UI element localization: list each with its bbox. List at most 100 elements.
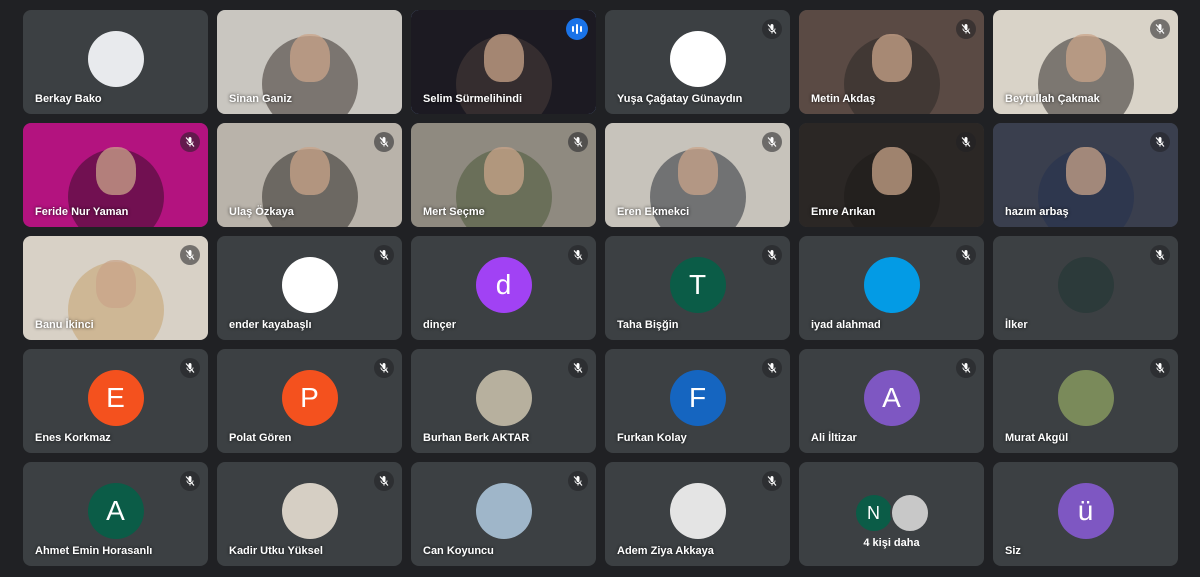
participant-grid: Berkay Bako Sinan Ganiz Selim Sürmelihindi… bbox=[23, 10, 1178, 566]
participant-name: Eren Ekmekci bbox=[617, 206, 690, 218]
mic-off-icon bbox=[180, 245, 200, 265]
participant-name: Berkay Bako bbox=[35, 93, 102, 105]
participant-name: Ahmet Emin Horasanlı bbox=[35, 545, 153, 557]
participant-name: Adem Ziya Akkaya bbox=[617, 545, 714, 557]
mic-off-icon bbox=[762, 19, 782, 39]
mic-off-icon bbox=[1150, 19, 1170, 39]
mic-off-icon bbox=[1150, 358, 1170, 378]
person-head bbox=[1065, 34, 1106, 82]
participant-name: Ali İltizar bbox=[811, 432, 857, 444]
participant-tile[interactable]: iyad alahmad bbox=[799, 236, 984, 340]
person-head bbox=[871, 147, 912, 195]
mic-off-icon bbox=[956, 245, 976, 265]
avatar bbox=[475, 483, 532, 539]
participant-name: hazım arbaş bbox=[1005, 206, 1069, 218]
person-head bbox=[95, 147, 136, 195]
participant-name: Polat Gören bbox=[229, 432, 292, 444]
participant-tile[interactable]: ender kayabaşlı bbox=[217, 236, 402, 340]
mic-off-icon bbox=[762, 471, 782, 491]
participant-name: Enes Korkmaz bbox=[35, 432, 111, 444]
participant-tile[interactable]: Sinan Ganiz bbox=[217, 10, 402, 114]
participant-tile[interactable]: İlker bbox=[993, 236, 1178, 340]
participant-name: Banu İkinci bbox=[35, 319, 94, 331]
participant-tile[interactable]: Berkay Bako bbox=[23, 10, 208, 114]
speaking-indicator-icon bbox=[566, 18, 588, 40]
avatar bbox=[475, 370, 532, 426]
participant-tile[interactable]: Adem Ziya Akkaya bbox=[605, 462, 790, 566]
participant-name: Mert Seçme bbox=[423, 206, 485, 218]
participant-tile[interactable]: Selim Sürmelihindi bbox=[411, 10, 596, 114]
participant-name: Murat Akgül bbox=[1005, 432, 1069, 444]
participant-tile[interactable]: Mert Seçme bbox=[411, 123, 596, 227]
mic-off-icon bbox=[374, 132, 394, 152]
person-head bbox=[483, 147, 524, 195]
participant-tile[interactable]: A Ahmet Emin Horasanlı bbox=[23, 462, 208, 566]
mic-off-icon bbox=[568, 358, 588, 378]
mic-off-icon bbox=[956, 19, 976, 39]
mic-off-icon bbox=[374, 358, 394, 378]
person-head bbox=[95, 260, 136, 308]
more-participants-tile[interactable]: N 4 kişi daha bbox=[799, 462, 984, 566]
avatar: ü bbox=[1057, 483, 1114, 539]
mic-off-icon bbox=[956, 132, 976, 152]
participant-tile[interactable]: d dinçer bbox=[411, 236, 596, 340]
participant-tile[interactable]: Ulaş Özkaya bbox=[217, 123, 402, 227]
participant-tile[interactable]: Beytullah Çakmak bbox=[993, 10, 1178, 114]
avatar: A bbox=[863, 370, 920, 426]
participant-tile[interactable]: A Ali İltizar bbox=[799, 349, 984, 453]
participant-name: Ulaş Özkaya bbox=[229, 206, 294, 218]
participant-name: Beytullah Çakmak bbox=[1005, 93, 1100, 105]
participant-tile[interactable]: Banu İkinci bbox=[23, 236, 208, 340]
participant-name: iyad alahmad bbox=[811, 319, 881, 331]
participant-name: ender kayabaşlı bbox=[229, 319, 312, 331]
participant-tile[interactable]: Kadir Utku Yüksel bbox=[217, 462, 402, 566]
participant-name: Emre Arıkan bbox=[811, 206, 876, 218]
participant-tile[interactable]: Emre Arıkan bbox=[799, 123, 984, 227]
person-head bbox=[871, 34, 912, 82]
participant-name: Siz bbox=[1005, 545, 1021, 557]
participant-tile[interactable]: Feride Nur Yaman bbox=[23, 123, 208, 227]
avatar bbox=[281, 257, 338, 313]
mic-off-icon bbox=[374, 471, 394, 491]
avatar bbox=[1057, 370, 1114, 426]
mic-off-icon bbox=[568, 245, 588, 265]
mic-off-icon bbox=[568, 132, 588, 152]
person-head bbox=[289, 147, 330, 195]
participant-name: Kadir Utku Yüksel bbox=[229, 545, 323, 557]
participant-tile[interactable]: Burhan Berk AKTAR bbox=[411, 349, 596, 453]
participant-tile[interactable]: E Enes Korkmaz bbox=[23, 349, 208, 453]
participant-tile[interactable]: Murat Akgül bbox=[993, 349, 1178, 453]
participant-tile[interactable]: T Taha Bişğin bbox=[605, 236, 790, 340]
person-head bbox=[677, 147, 718, 195]
participant-name: İlker bbox=[1005, 319, 1028, 331]
mic-off-icon bbox=[1150, 132, 1170, 152]
avatar bbox=[669, 31, 726, 87]
participant-name: Taha Bişğin bbox=[617, 319, 679, 331]
participant-tile[interactable]: Yuşa Çağatay Günaydın bbox=[605, 10, 790, 114]
avatar: N bbox=[853, 493, 894, 533]
participant-tile[interactable]: F Furkan Kolay bbox=[605, 349, 790, 453]
avatar: d bbox=[475, 257, 532, 313]
participant-tile[interactable]: ü Siz bbox=[993, 462, 1178, 566]
more-participants-label: 4 kişi daha bbox=[863, 537, 920, 549]
participant-name: Can Koyuncu bbox=[423, 545, 494, 557]
avatar bbox=[281, 483, 338, 539]
participant-tile[interactable]: Can Koyuncu bbox=[411, 462, 596, 566]
avatar bbox=[889, 493, 930, 533]
participant-tile[interactable]: Eren Ekmekci bbox=[605, 123, 790, 227]
mic-off-icon bbox=[762, 132, 782, 152]
avatar: E bbox=[87, 370, 144, 426]
participant-name: Metin Akdaş bbox=[811, 93, 876, 105]
participant-tile[interactable]: Metin Akdaş bbox=[799, 10, 984, 114]
person-head bbox=[1065, 147, 1106, 195]
person-head bbox=[289, 34, 330, 82]
mic-off-icon bbox=[1150, 245, 1170, 265]
more-avatars: N bbox=[853, 493, 930, 533]
participant-tile[interactable]: hazım arbaş bbox=[993, 123, 1178, 227]
participant-name: Feride Nur Yaman bbox=[35, 206, 129, 218]
participant-tile[interactable]: P Polat Gören bbox=[217, 349, 402, 453]
avatar: A bbox=[87, 483, 144, 539]
mic-off-icon bbox=[180, 471, 200, 491]
participant-name: Burhan Berk AKTAR bbox=[423, 432, 530, 444]
avatar bbox=[1057, 257, 1114, 313]
